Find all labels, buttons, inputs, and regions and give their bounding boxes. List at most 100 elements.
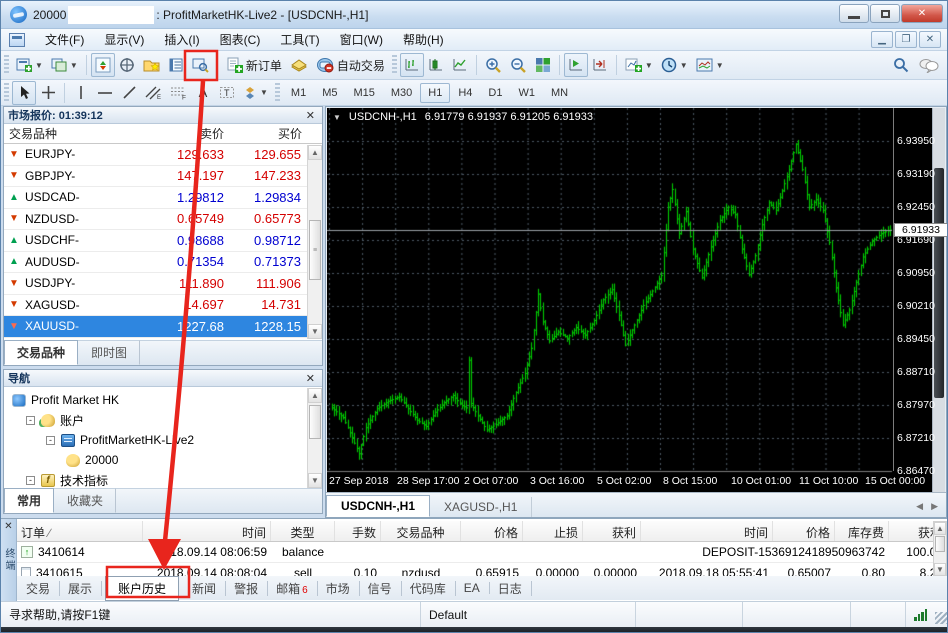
quote-row[interactable]: ▼NZDUSD-0.657490.65773	[4, 209, 308, 231]
tab-symbols[interactable]: 交易品种	[4, 340, 78, 365]
tile-windows-button[interactable]	[531, 53, 555, 77]
timeframe-m1[interactable]: M1	[283, 83, 314, 103]
cursor-button[interactable]	[12, 81, 36, 105]
column-open-time[interactable]: 时间	[143, 521, 271, 541]
autotrade-button[interactable]: 自动交易	[312, 53, 389, 77]
candle-chart-type-button[interactable]	[424, 53, 448, 77]
scroll-down-icon[interactable]: ▼	[308, 473, 322, 488]
menu-window[interactable]: 窗口(W)	[330, 28, 393, 51]
column-ask[interactable]: 买价	[224, 125, 304, 142]
quote-row[interactable]: ▼GBPJPY-147.197147.233	[4, 166, 308, 188]
quote-row[interactable]: ▲USDCHF-0.986880.98712	[4, 230, 308, 252]
quote-row[interactable]: ▼USDJPY-111.890111.906	[4, 273, 308, 295]
trendline-button[interactable]	[117, 81, 141, 105]
quote-row[interactable]: ▼EURJPY-129.633129.655	[4, 144, 308, 166]
strategy-tester-button[interactable]	[188, 53, 213, 77]
channel-button[interactable]: E	[141, 81, 166, 105]
zoom-out-button[interactable]	[506, 53, 531, 77]
timeframe-m15[interactable]: M15	[345, 83, 382, 103]
vertical-line-button[interactable]	[69, 81, 93, 105]
tab-market[interactable]: 市场	[317, 577, 359, 600]
column-symbol[interactable]: 交易品种	[381, 521, 461, 541]
close-icon[interactable]: ✕	[303, 109, 318, 122]
column-symbol[interactable]: 交易品种	[4, 125, 132, 142]
timeframe-h4[interactable]: H4	[450, 83, 480, 103]
menu-view[interactable]: 显示(V)	[94, 28, 154, 51]
bar-chart-type-button[interactable]	[400, 53, 424, 77]
scroll-down-icon[interactable]: ▼	[934, 563, 946, 576]
close-button[interactable]: ✕	[901, 4, 943, 23]
tree-item-account[interactable]: 20000	[4, 450, 322, 470]
quote-row[interactable]: ▲AUDUSD-0.713540.71373	[4, 252, 308, 274]
timeframe-h1[interactable]: H1	[420, 83, 450, 103]
quote-row[interactable]: ▼XAGUSD-14.69714.731	[4, 295, 308, 317]
menu-tools[interactable]: 工具(T)	[270, 28, 329, 51]
child-close-button[interactable]: ✕	[919, 31, 941, 48]
new-chart-button[interactable]: ▼	[12, 53, 47, 77]
tab-exposure[interactable]: 展示	[59, 577, 101, 600]
tab-news[interactable]: 新闻	[183, 577, 225, 600]
quote-row-selected[interactable]: ▼XAUUSD-1227.681228.15	[4, 316, 308, 338]
scrollbar-thumb[interactable]: ≡	[309, 220, 321, 280]
scrollbar-thumb[interactable]	[935, 536, 945, 552]
column-close-price[interactable]: 价格	[773, 521, 835, 541]
column-type[interactable]: 类型	[271, 521, 335, 541]
shapes-button[interactable]: ▼	[239, 81, 272, 105]
tab-signals[interactable]: 信号	[359, 577, 401, 600]
tree-item-broker[interactable]: Profit Market HK	[4, 390, 322, 410]
navigator-toggle-button[interactable]	[139, 53, 164, 77]
navigator-scrollbar[interactable]: ▲ ▼	[307, 388, 322, 488]
tab-favorites[interactable]: 收藏夹	[54, 488, 116, 513]
market-watch-header[interactable]: 市场报价: 01:39:12 ✕	[4, 107, 322, 124]
timeframe-d1[interactable]: D1	[480, 83, 510, 103]
child-restore-button[interactable]: ❐	[895, 31, 917, 48]
menu-file[interactable]: 文件(F)	[35, 28, 94, 51]
minimize-button[interactable]	[839, 4, 869, 23]
periods-button[interactable]: ▼	[657, 53, 692, 77]
tab-code-base[interactable]: 代码库	[401, 577, 455, 600]
zoom-in-button[interactable]	[481, 53, 506, 77]
terminal-toggle-button[interactable]	[164, 53, 188, 77]
toolbar-grip[interactable]	[4, 55, 9, 75]
child-minimize-button[interactable]: ▁	[871, 31, 893, 48]
timeframe-mn[interactable]: MN	[543, 83, 576, 103]
indicators-button[interactable]: ▼	[621, 53, 657, 77]
collapse-icon[interactable]: -	[26, 416, 35, 425]
price-chart-canvas[interactable]	[327, 108, 893, 493]
tab-experts[interactable]: EA	[455, 578, 489, 598]
column-lots[interactable]: 手数	[335, 521, 381, 541]
tree-item-indicators[interactable]: -f技术指标	[4, 470, 322, 490]
tab-journal[interactable]: 日志	[489, 577, 531, 600]
feedback-icon[interactable]	[919, 58, 939, 73]
column-bid[interactable]: 卖价	[132, 125, 224, 142]
text-button[interactable]: A	[191, 81, 215, 105]
tab-common[interactable]: 常用	[4, 488, 54, 513]
templates-button[interactable]: ▼	[692, 53, 728, 77]
scroll-up-icon[interactable]: ▲	[934, 522, 946, 535]
column-swap[interactable]: 库存费	[835, 521, 889, 541]
toolbar-grip[interactable]	[275, 83, 280, 103]
auto-scroll-button[interactable]	[564, 53, 588, 77]
tree-item-server[interactable]: -ProfitMarketHK-Live2	[4, 430, 322, 450]
close-icon[interactable]: ✕	[303, 372, 318, 385]
text-label-button[interactable]: T	[215, 81, 239, 105]
tree-item-accounts[interactable]: -账户	[4, 410, 322, 430]
status-profile[interactable]: Default	[421, 602, 636, 627]
scrollbar-thumb[interactable]	[309, 405, 321, 439]
tab-tick-chart[interactable]: 即时图	[78, 340, 140, 365]
column-order[interactable]: 订单 ∕	[17, 521, 143, 541]
collapse-icon[interactable]: -	[46, 436, 55, 445]
new-order-button[interactable]: 新订单	[222, 53, 286, 77]
depth-of-market-button[interactable]	[286, 53, 312, 77]
tab-scroll-right-icon[interactable]: ▶	[931, 501, 938, 512]
column-close-time[interactable]: 时间	[641, 521, 773, 541]
market-watch-toggle-button[interactable]	[91, 53, 115, 77]
column-tp[interactable]: 获利	[583, 521, 641, 541]
timeframe-m5[interactable]: M5	[314, 83, 345, 103]
profiles-button[interactable]: ▼	[47, 53, 82, 77]
close-icon[interactable]: ✕	[4, 519, 12, 534]
horizontal-line-button[interactable]	[93, 81, 117, 105]
scroll-up-icon[interactable]: ▲	[308, 388, 322, 403]
timeframe-m30[interactable]: M30	[383, 83, 420, 103]
menu-charts[interactable]: 图表(C)	[210, 28, 271, 51]
